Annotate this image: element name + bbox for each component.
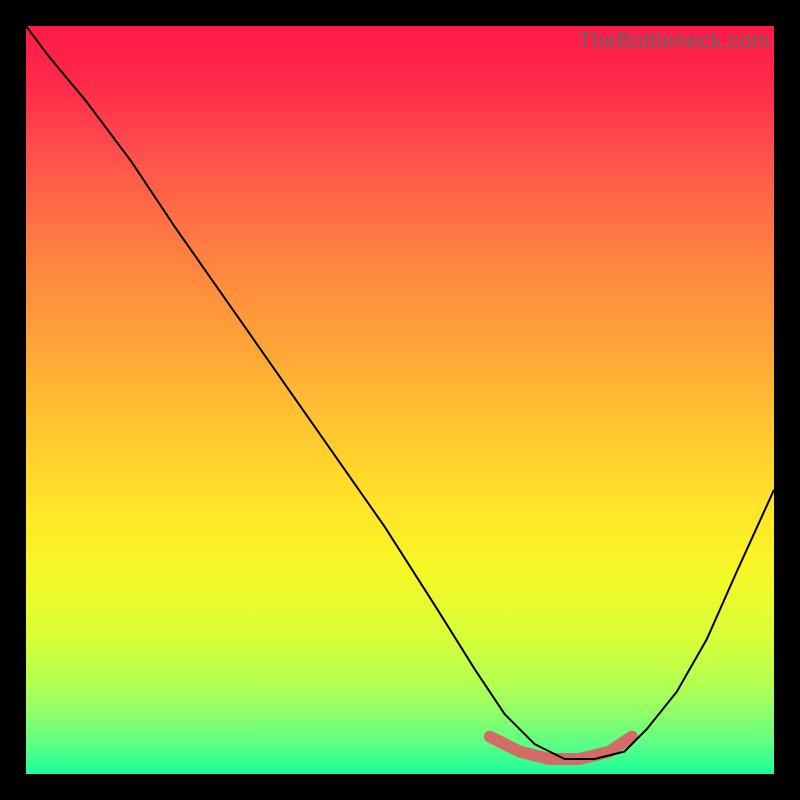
curve-svg bbox=[26, 26, 774, 774]
plot-area bbox=[26, 26, 774, 774]
chart-frame: TheBottleneck.com bbox=[0, 0, 800, 800]
watermark-text: TheBottleneck.com bbox=[578, 28, 770, 54]
bottleneck-curve bbox=[26, 26, 774, 759]
